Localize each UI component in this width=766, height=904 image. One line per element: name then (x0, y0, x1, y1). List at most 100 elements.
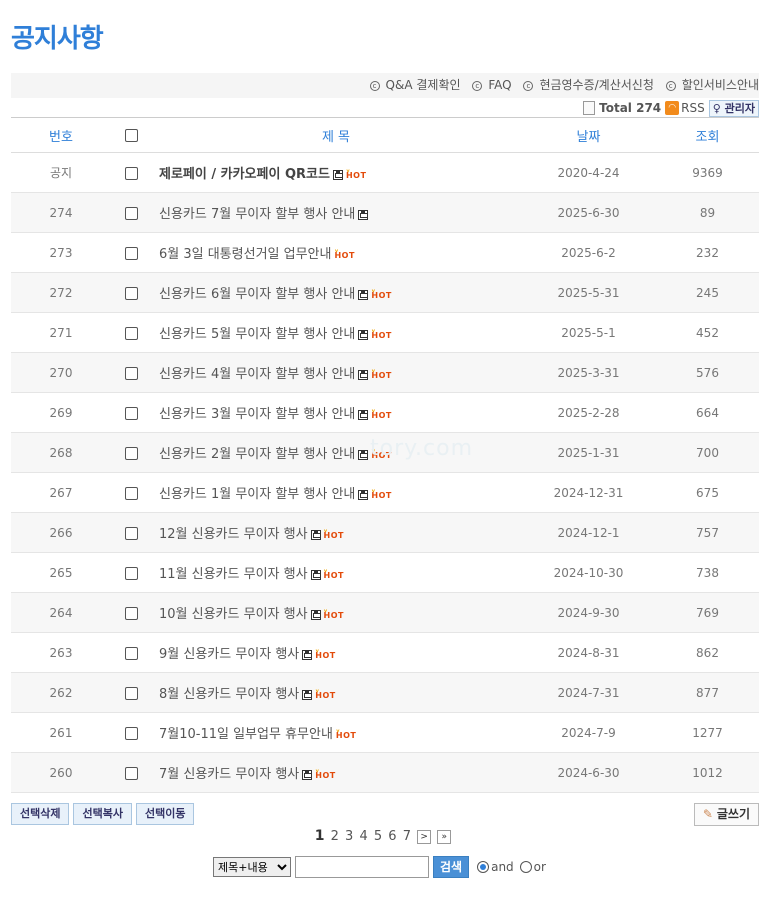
row-num: 261 (49, 725, 73, 740)
table-header: 번호 제 목 날짜 조회 (11, 117, 759, 153)
page-6[interactable]: 6 (388, 829, 396, 844)
post-title[interactable]: 신용카드 3월 무이자 할부 행사 안내 (159, 407, 355, 422)
row-subject[interactable]: 11월 신용카드 무이자 행사 HOT (151, 553, 521, 593)
row-checkbox[interactable] (124, 766, 138, 780)
write-button[interactable]: ✎ 글쓰기 (693, 803, 759, 826)
and-radio[interactable] (477, 861, 490, 873)
page-7[interactable]: 7 (403, 829, 411, 844)
post-title[interactable]: 9월 신용카드 무이자 행사 (159, 647, 299, 662)
row-hit: 862 (696, 645, 719, 660)
post-title[interactable]: 12월 신용카드 무이자 행사 (159, 527, 308, 542)
row-subject[interactable]: 신용카드 7월 무이자 할부 행사 안내 (151, 193, 521, 233)
post-title[interactable]: 8월 신용카드 무이자 행사 (159, 687, 299, 702)
row-checkbox[interactable] (124, 646, 138, 660)
row-num: 269 (49, 405, 73, 420)
row-subject[interactable]: 10월 신용카드 무이자 행사 HOT (151, 593, 521, 633)
row-hit: 675 (696, 485, 719, 500)
page-5[interactable]: 5 (374, 829, 382, 844)
row-subject[interactable]: 7월 신용카드 무이자 행사 HOT (151, 753, 521, 793)
row-checkbox[interactable] (124, 486, 138, 500)
file-icon (358, 369, 369, 380)
row-checkbox[interactable] (124, 246, 138, 260)
row-checkbox[interactable] (124, 366, 138, 380)
row-checkbox[interactable] (124, 686, 138, 700)
file-icon (358, 289, 369, 300)
link-qna[interactable]: c Q&A 결제확인 (366, 78, 461, 92)
circle-c-icon: c (472, 80, 483, 91)
or-radio[interactable] (519, 861, 532, 873)
row-checkbox[interactable] (124, 206, 138, 220)
row-checkbox[interactable] (124, 406, 138, 420)
row-checkbox[interactable] (124, 166, 138, 180)
row-subject[interactable]: 9월 신용카드 무이자 행사 HOT (151, 633, 521, 673)
post-title[interactable]: 신용카드 2월 무이자 할부 행사 안내 (159, 447, 355, 462)
row-subject[interactable]: 6월 3일 대통령선거일 업무안내HOT (151, 233, 521, 273)
table-row: 265 11월 신용카드 무이자 행사 HOT 2024-10-30 738 (11, 553, 759, 593)
move-selected-button[interactable]: 선택이동 (135, 803, 195, 825)
delete-selected-button[interactable]: 선택삭제 (11, 803, 70, 825)
post-title[interactable]: 11월 신용카드 무이자 행사 (159, 567, 308, 582)
row-subject[interactable]: 8월 신용카드 무이자 행사 HOT (151, 673, 521, 713)
row-checkbox[interactable] (124, 326, 138, 340)
last-page-icon[interactable]: » (437, 829, 452, 844)
or-label: or (533, 860, 546, 874)
search-button[interactable]: 검색 (433, 856, 470, 878)
row-hit: 232 (696, 245, 719, 260)
row-checkbox[interactable] (124, 446, 138, 460)
page-1[interactable]: 1 (315, 828, 325, 844)
row-date: 2025-5-1 (561, 325, 616, 340)
select-all-checkbox[interactable] (124, 128, 138, 142)
row-checkbox[interactable] (124, 606, 138, 620)
row-checkbox[interactable] (124, 526, 138, 540)
admin-button[interactable]: ♀ 관리자 (708, 99, 759, 117)
row-hit: 452 (696, 325, 719, 340)
link-discount[interactable]: c 할인서비스안내 (662, 78, 759, 92)
row-subject[interactable]: 신용카드 2월 무이자 할부 행사 안내 HOT (151, 433, 521, 473)
post-title[interactable]: 6월 3일 대통령선거일 업무안내 (159, 247, 331, 262)
table-row: 269 신용카드 3월 무이자 할부 행사 안내 HOT 2025-2-28 664 (11, 393, 759, 433)
link-faq[interactable]: c FAQ (468, 78, 512, 92)
row-checkbox[interactable] (124, 286, 138, 300)
row-subject[interactable]: 신용카드 6월 무이자 할부 행사 안내 HOT (151, 273, 521, 313)
post-title[interactable]: 신용카드 7월 무이자 할부 행사 안내 (159, 207, 355, 222)
post-title[interactable]: 신용카드 5월 무이자 할부 행사 안내 (159, 327, 355, 342)
row-subject[interactable]: 신용카드 3월 무이자 할부 행사 안내 HOT (151, 393, 521, 433)
circle-c-icon: c (523, 80, 534, 91)
row-checkbox[interactable] (124, 566, 138, 580)
row-checkbox[interactable] (124, 726, 138, 740)
post-title[interactable]: 10월 신용카드 무이자 행사 (159, 607, 308, 622)
post-title[interactable]: 7월10-11일 일부업무 휴무안내 (159, 727, 333, 742)
post-title[interactable]: 신용카드 1월 무이자 할부 행사 안내 (159, 487, 355, 502)
file-icon (358, 409, 369, 420)
copy-selected-button[interactable]: 선택복사 (73, 803, 132, 825)
row-hit: 700 (696, 445, 719, 460)
row-subject[interactable]: 7월10-11일 일부업무 휴무안내HOT (151, 713, 521, 753)
rss-icon[interactable]: ◠ (665, 101, 680, 115)
search-field-select[interactable]: 제목+내용 (213, 857, 291, 877)
table-row: 264 10월 신용카드 무이자 행사 HOT 2024-9-30 769 (11, 592, 759, 633)
file-icon (310, 529, 321, 540)
row-subject[interactable]: 신용카드 1월 무이자 할부 행사 안내 HOT (151, 473, 521, 513)
col-check[interactable] (111, 118, 151, 153)
post-title[interactable]: 7월 신용카드 무이자 행사 (159, 767, 299, 782)
page-3[interactable]: 3 (345, 829, 353, 844)
link-receipt[interactable]: c 현금영수증/계산서신청 (519, 78, 654, 92)
row-subject[interactable]: 신용카드 5월 무이자 할부 행사 안내 HOT (151, 313, 521, 353)
row-hit: 245 (696, 285, 719, 300)
row-subject[interactable]: 제로페이 / 카카오페이 QR코드 HOT (151, 153, 521, 193)
hot-badge: HOT (324, 565, 344, 580)
row-subject[interactable]: 신용카드 4월 무이자 할부 행사 안내 HOT (151, 353, 521, 393)
row-num: 273 (49, 245, 73, 260)
row-num: 270 (49, 365, 73, 380)
post-title[interactable]: 신용카드 6월 무이자 할부 행사 안내 (159, 287, 355, 302)
hot-badge: HOT (371, 325, 391, 340)
post-title[interactable]: 신용카드 4월 무이자 할부 행사 안내 (159, 367, 355, 382)
page-2[interactable]: 2 (331, 829, 339, 844)
search-input[interactable] (295, 856, 429, 878)
row-hit: 877 (696, 685, 719, 700)
post-title[interactable]: 제로페이 / 카카오페이 QR코드 (159, 167, 330, 182)
next-page-icon[interactable]: > (417, 829, 432, 844)
rss-link[interactable]: RSS (681, 101, 705, 115)
page-4[interactable]: 4 (359, 829, 367, 844)
row-subject[interactable]: 12월 신용카드 무이자 행사 HOT (151, 513, 521, 553)
